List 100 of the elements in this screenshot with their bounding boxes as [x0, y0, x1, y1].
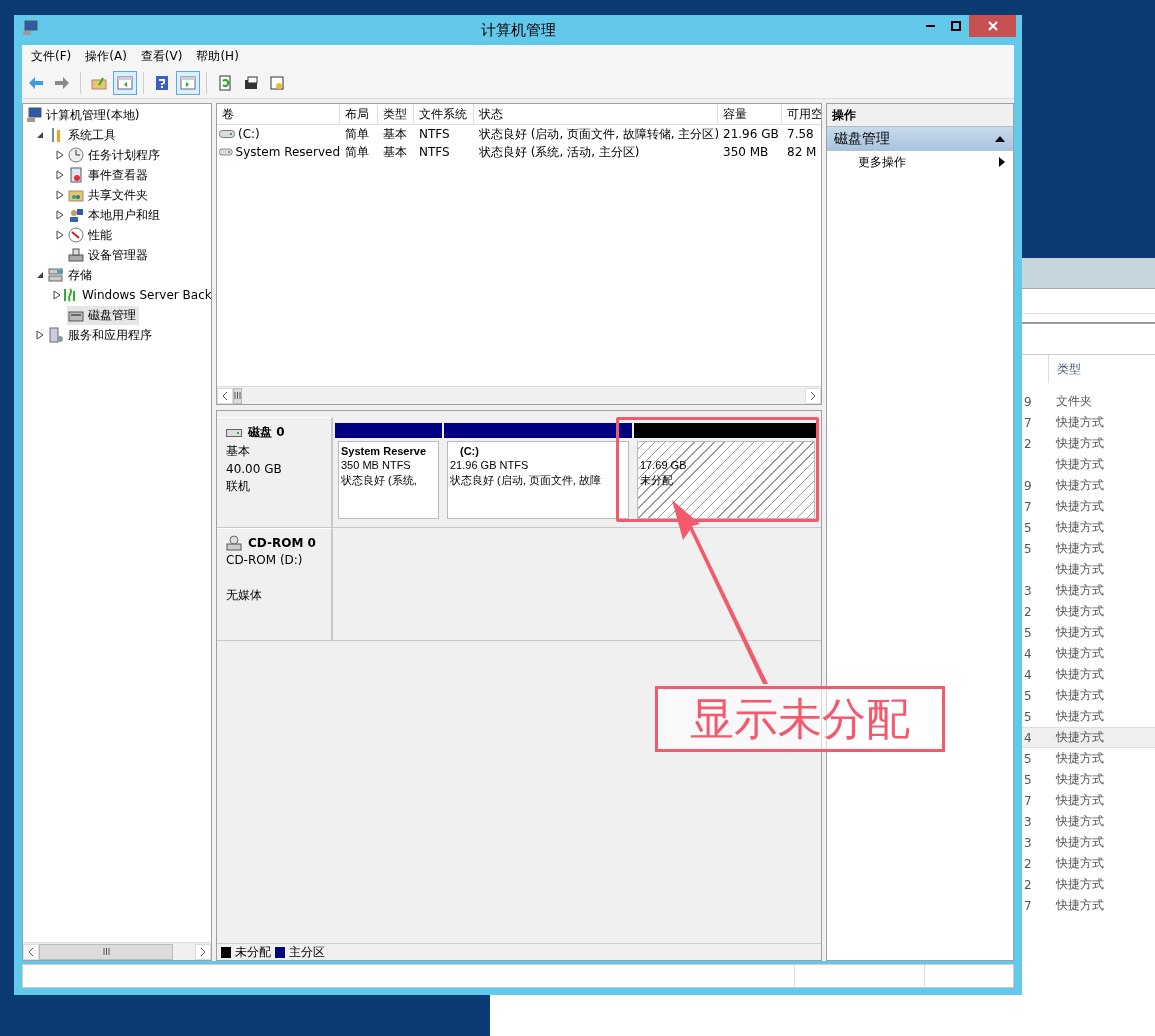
table-cell: (C:) [238, 127, 260, 141]
drive-icon [219, 148, 233, 156]
tree-item[interactable]: 本地用户和组 [67, 205, 163, 225]
file-row[interactable]: 4 快捷方式 [1022, 664, 1155, 685]
file-row[interactable]: 9 文件夹 [1022, 391, 1155, 412]
log-icon [68, 167, 84, 183]
expanded-arrow-icon [36, 271, 44, 279]
disk-info: 无媒体 [226, 587, 263, 604]
tree-item[interactable]: 设备管理器 [67, 245, 151, 265]
file-row[interactable]: 2 快捷方式 [1022, 433, 1155, 454]
tree-item[interactable]: 任务计划程序 [67, 145, 163, 165]
table-cell: 快捷方式 [1056, 730, 1104, 744]
annotation-label: 显示未分配 [655, 686, 945, 752]
file-row[interactable]: 快捷方式 [1022, 559, 1155, 580]
tree-item[interactable]: 性能 [67, 225, 115, 245]
file-row[interactable]: 2 快捷方式 [1022, 601, 1155, 622]
column-header[interactable]: 类型 [1048, 355, 1155, 383]
clock-icon [68, 147, 84, 163]
file-row[interactable]: 5 快捷方式 [1022, 748, 1155, 769]
tree-item[interactable]: 共享文件夹 [67, 185, 151, 205]
tree-item[interactable]: 计算机管理(本地) [25, 105, 143, 125]
tree-item[interactable]: 存储 [47, 265, 95, 285]
table-cell: 状态良好 (启动, 页面文件, 故障转储, 主分区) [479, 125, 718, 143]
file-row[interactable]: 4 快捷方式 [1022, 643, 1155, 664]
file-row[interactable]: 2 快捷方式 [1022, 874, 1155, 895]
computer-icon [26, 107, 42, 123]
collapse-icon [995, 135, 1005, 143]
file-row[interactable]: 5 快捷方式 [1022, 517, 1155, 538]
file-row[interactable]: 2 快捷方式 [1022, 853, 1155, 874]
table-cell: 简单 [345, 143, 369, 161]
scroll-right-icon [200, 947, 206, 956]
expanded-arrow-icon [36, 131, 44, 139]
legend-label: 未分配 [235, 943, 271, 960]
show-tree-icon [117, 75, 133, 91]
column-header[interactable]: 状态 [474, 104, 718, 125]
file-row[interactable]: 7 快捷方式 [1022, 412, 1155, 433]
horizontal-scrollbar[interactable] [23, 942, 211, 960]
table-cell: 基本 [383, 143, 407, 161]
table-cell: 9 [1024, 394, 1032, 409]
table-cell: 文件夹 [1056, 394, 1092, 408]
menu-item[interactable]: 帮助(H) [189, 46, 246, 67]
refresh-icon [217, 75, 233, 91]
column-header[interactable]: 类型 [378, 104, 414, 125]
table-cell: 2 [1024, 436, 1032, 451]
file-row[interactable]: 7 快捷方式 [1022, 895, 1155, 916]
table-cell: 快捷方式 [1056, 625, 1104, 639]
actions-section[interactable]: 磁盘管理 [827, 127, 1013, 151]
tree-item[interactable]: Windows Server Back [61, 285, 211, 305]
file-row[interactable]: 3 快捷方式 [1022, 832, 1155, 853]
column-header[interactable]: 布局 [340, 104, 378, 125]
partition-name: (C:) [459, 445, 480, 457]
file-row[interactable]: 7 快捷方式 [1022, 496, 1155, 517]
action-item[interactable]: 更多操作 [827, 151, 1013, 173]
file-row[interactable]: 4 快捷方式 [1022, 727, 1155, 748]
table-cell: 快捷方式 [1056, 583, 1104, 597]
tree-item[interactable]: 服务和应用程序 [47, 325, 155, 345]
grip-icon [234, 392, 241, 399]
file-row[interactable]: 5 快捷方式 [1022, 538, 1155, 559]
table-cell: System Reserved [235, 145, 340, 159]
partition-block[interactable]: System Reserve 350 MB NTFS 状态良好 (系统, [335, 438, 442, 522]
table-cell: 4 [1024, 667, 1032, 682]
table-cell: 快捷方式 [1056, 793, 1104, 807]
table-cell: 快捷方式 [1056, 478, 1104, 492]
close-button[interactable] [969, 15, 1016, 37]
table-cell: 3 [1024, 583, 1032, 598]
file-row[interactable]: 5 快捷方式 [1022, 769, 1155, 790]
file-row[interactable]: 9 快捷方式 [1022, 475, 1155, 496]
disk-info: 基本 [226, 443, 251, 460]
file-row[interactable]: 3 快捷方式 [1022, 811, 1155, 832]
folder-up-icon [91, 75, 107, 91]
collapsed-arrow-icon [36, 330, 44, 340]
table-cell: 快捷方式 [1056, 457, 1104, 471]
disk-name: 磁盘 0 [248, 424, 285, 441]
table-cell: 状态良好 (系统, 活动, 主分区) [479, 143, 640, 161]
menu-item[interactable]: 文件(F) [24, 46, 79, 67]
column-header[interactable]: 容量 [718, 104, 782, 125]
menu-item[interactable]: 操作(A) [78, 46, 134, 67]
table-cell: 4 [1024, 730, 1032, 745]
tree-item[interactable]: 系统工具 [47, 125, 119, 145]
disk-info: 联机 [226, 478, 251, 495]
drive-icon [219, 130, 235, 138]
file-row[interactable]: 5 快捷方式 [1022, 685, 1155, 706]
tree-item[interactable]: 事件查看器 [67, 165, 151, 185]
column-header[interactable]: 卷 [217, 104, 340, 125]
table-cell: 快捷方式 [1056, 688, 1104, 702]
column-header[interactable]: 文件系统 [414, 104, 474, 125]
table-cell: 7 [1024, 793, 1032, 808]
tree-item[interactable]: 磁盘管理 [67, 305, 139, 325]
table-cell: 快捷方式 [1056, 520, 1104, 534]
file-row[interactable]: 快捷方式 [1022, 454, 1155, 475]
horizontal-scrollbar[interactable] [217, 386, 821, 404]
disk-info: CD-ROM (D:) [226, 553, 304, 567]
partition-block[interactable]: (C:) 21.96 GB NTFS 状态良好 (启动, 页面文件, 故障 [444, 438, 632, 522]
file-row[interactable]: 3 快捷方式 [1022, 580, 1155, 601]
file-row[interactable]: 7 快捷方式 [1022, 790, 1155, 811]
file-row[interactable]: 5 快捷方式 [1022, 622, 1155, 643]
partition-block[interactable]: 17.69 GB 未分配 [634, 438, 818, 522]
file-row[interactable]: 5 快捷方式 [1022, 706, 1155, 727]
menu-item[interactable]: 查看(V) [133, 46, 190, 67]
table-cell: NTFS [419, 145, 450, 159]
